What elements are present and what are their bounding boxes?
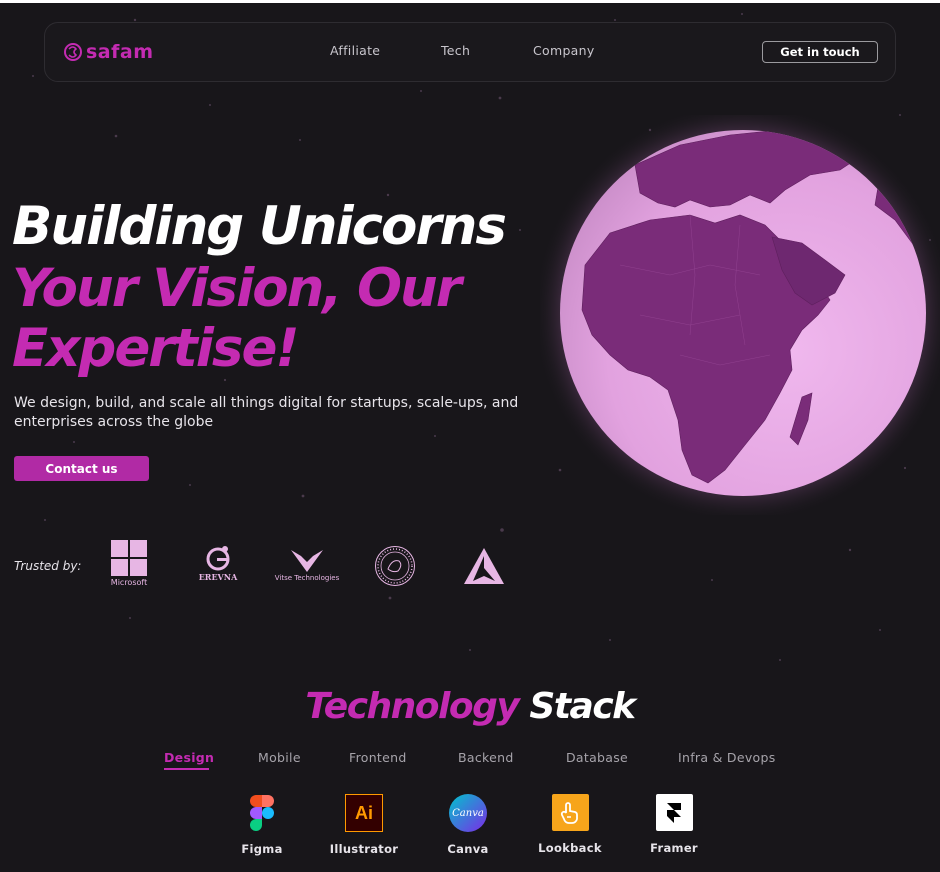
nav-link-company[interactable]: Company [533, 43, 595, 58]
figma-icon [243, 794, 281, 832]
microsoft-logo-text: Microsoft [110, 578, 148, 587]
tab-database[interactable]: Database [566, 750, 628, 765]
framer-icon [655, 794, 693, 831]
tool-illustrator[interactable]: Ai Illustrator [314, 794, 414, 856]
tool-canva[interactable]: Canva Canva [418, 794, 518, 856]
logo-text: safam [86, 41, 154, 63]
get-in-touch-button[interactable]: Get in touch [762, 41, 878, 63]
hero-title-line-3: Expertise! [12, 318, 300, 379]
erevna-logo-icon [206, 546, 230, 571]
tool-framer[interactable]: Framer [624, 794, 724, 855]
tool-lookback[interactable]: Lookback [520, 794, 620, 855]
seal-logo-icon [375, 546, 415, 586]
tab-design[interactable]: Design [164, 750, 214, 765]
illustrator-icon-text: Ai [355, 802, 373, 823]
illustrator-icon: Ai [345, 794, 383, 832]
hero-title-line-1: Building Unicorns [12, 196, 507, 257]
safam-logo-icon [64, 43, 82, 61]
nav-link-tech[interactable]: Tech [441, 43, 470, 58]
microsoft-logo-icon [111, 540, 147, 576]
triangle-logo-icon [464, 548, 504, 584]
tab-backend[interactable]: Backend [458, 750, 514, 765]
erevna-logo: EREVNA [195, 544, 241, 582]
brand-logo[interactable]: safam [63, 41, 154, 63]
seal-logo [373, 545, 417, 587]
hero-title-line-2: Your Vision, Our [12, 258, 462, 319]
top-navigation: safam Affiliate Tech Company Get in touc… [44, 22, 896, 82]
tool-lookback-label: Lookback [538, 841, 602, 855]
canva-icon-text: Canva [452, 807, 484, 819]
trusted-by-label: Trusted by: [14, 559, 82, 573]
active-tab-underline [164, 768, 209, 770]
tab-mobile[interactable]: Mobile [258, 750, 301, 765]
stack-title-white: Stack [529, 686, 636, 727]
top-border [0, 0, 940, 3]
triangle-logo [462, 546, 506, 586]
tool-illustrator-label: Illustrator [329, 842, 399, 856]
hero-subtitle: We design, build, and scale all things d… [14, 395, 519, 430]
contact-us-button[interactable]: Contact us [14, 456, 149, 481]
tool-canva-label: Canva [447, 842, 489, 856]
tab-frontend[interactable]: Frontend [349, 750, 407, 765]
tool-framer-label: Framer [650, 841, 698, 855]
erevna-logo-text: EREVNA [198, 572, 238, 582]
canva-icon: Canva [449, 794, 487, 832]
vitse-logo-text: Vitse Technologies [274, 574, 340, 582]
tool-figma[interactable]: Figma [212, 794, 312, 856]
vitse-logo-icon [291, 550, 323, 572]
stack-title-pink: Technology [305, 686, 519, 727]
nav-link-affiliate[interactable]: Affiliate [330, 43, 380, 58]
vitse-logo: Vitse Technologies [268, 548, 346, 582]
technology-stack-title: Technology Stack [0, 686, 940, 727]
tab-infra-devops[interactable]: Infra & Devops [678, 750, 776, 765]
tool-figma-label: Figma [241, 842, 283, 856]
microsoft-logo: Microsoft [108, 540, 150, 587]
globe-illustration [533, 103, 940, 523]
stack-tabs: Design Mobile Frontend Backend Database … [0, 750, 940, 772]
lookback-icon [551, 794, 589, 831]
